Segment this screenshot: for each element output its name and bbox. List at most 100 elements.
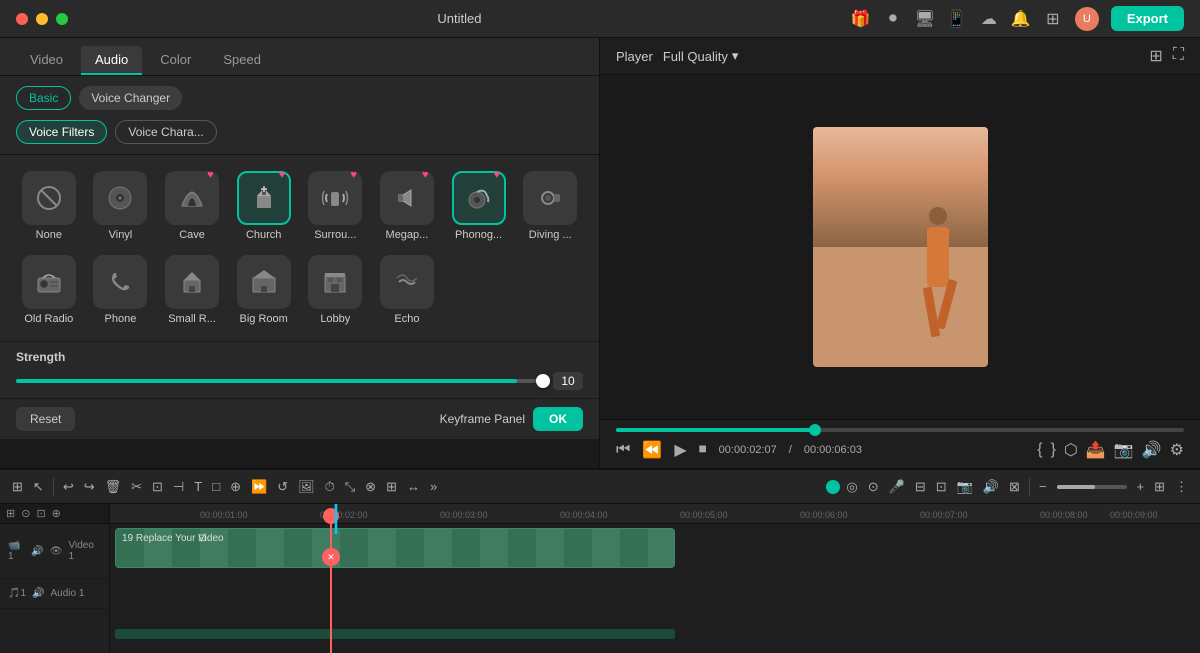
filter-diving[interactable]: Diving ... — [517, 167, 583, 245]
audio-track-label: Audio 1 — [50, 588, 84, 599]
maximize-button[interactable] — [56, 13, 68, 25]
close-button[interactable] — [16, 13, 28, 25]
select-tool[interactable]: ↖ — [29, 477, 48, 497]
volume-icon[interactable]: 🔊 — [979, 477, 1003, 497]
magnetic-snap-tool[interactable]: ⊞ — [8, 477, 27, 497]
filter-echo[interactable]: Echo — [374, 251, 440, 329]
export-button[interactable]: Export — [1111, 6, 1184, 31]
zoom-out-icon[interactable]: − — [1035, 477, 1051, 496]
crop-tool[interactable]: ⊡ — [148, 477, 167, 497]
record-icon[interactable]: ⏺ — [883, 9, 903, 29]
filter-cave[interactable]: ♥ Cave — [159, 167, 225, 245]
monitor-icon[interactable]: 🖥 — [915, 9, 935, 29]
audio-track-vol-icon[interactable]: 🔊 — [32, 588, 44, 599]
snap-icon[interactable]: ⊡ — [36, 507, 45, 520]
filter-phone[interactable]: Phone — [88, 251, 154, 329]
voice-changer-tab[interactable]: Voice Changer — [79, 86, 182, 110]
extra-icon[interactable]: ⊠ — [1005, 477, 1024, 497]
grid-view-icon[interactable]: ⊞ — [1149, 46, 1162, 66]
redo-tool[interactable]: ↪ — [80, 477, 99, 497]
fill-tool[interactable]: ⊗ — [361, 477, 380, 497]
rect-tool[interactable]: □ — [208, 477, 224, 496]
more-tool[interactable]: » — [426, 477, 441, 496]
cloud-icon[interactable]: ☁ — [979, 9, 999, 29]
zoom-in-icon[interactable]: + — [1133, 477, 1149, 496]
tab-color[interactable]: Color — [146, 46, 205, 75]
export-frame-button[interactable]: 📤 — [1086, 440, 1106, 460]
timer-tool[interactable]: ⏱ — [321, 477, 339, 497]
timeline-toolbar: ⊞ ↖ ↩ ↪ 🗑 ✂ ⊡ ⊣ T □ ⊕ ⏩ ↺ 🖼 ⏱ ⤡ ⊗ ⊞ ↔ » … — [0, 470, 1200, 504]
quality-select[interactable]: Full Quality ▾ — [663, 48, 739, 64]
settings-button[interactable]: ⚙ — [1170, 440, 1184, 460]
layout-button[interactable]: ⬡ — [1064, 440, 1078, 460]
track-settings-icon[interactable]: ⊙ — [21, 507, 30, 520]
add-track-icon[interactable]: ⊞ — [6, 507, 15, 520]
grid-icon[interactable]: ⊞ — [1043, 9, 1063, 29]
filter-small-room[interactable]: Small R... — [159, 251, 225, 329]
rotate-tool[interactable]: ↺ — [273, 477, 292, 497]
filter-megaphone[interactable]: ♥ Megap... — [374, 167, 440, 245]
reset-button[interactable]: Reset — [16, 407, 75, 431]
mobile-icon[interactable]: 📱 — [947, 9, 967, 29]
undo-tool[interactable]: ↩ — [59, 477, 78, 497]
keyframe-panel-button[interactable]: Keyframe Panel — [440, 412, 525, 426]
strength-slider-track[interactable] — [16, 379, 543, 383]
skip-back-button[interactable]: ⏮ — [616, 441, 630, 459]
delete-tool[interactable]: 🗑 — [101, 477, 126, 497]
grid-layout-icon[interactable]: ⊞ — [1150, 477, 1169, 497]
fullscreen-icon[interactable]: ⛶ — [1173, 46, 1184, 66]
time-separator: / — [789, 444, 792, 456]
render-icon[interactable]: ◎ — [842, 477, 861, 497]
mic-icon[interactable]: 🎤 — [885, 477, 909, 497]
screenshot-button[interactable]: 📷 — [1114, 440, 1134, 460]
filter-vinyl[interactable]: Vinyl — [88, 167, 154, 245]
progress-thumb[interactable] — [809, 424, 821, 436]
adjust-tool[interactable]: ⊞ — [382, 477, 401, 497]
video-track-audio-icon[interactable]: 🔊 — [31, 546, 43, 557]
user-avatar[interactable]: U — [1075, 7, 1099, 31]
tab-speed[interactable]: Speed — [209, 46, 275, 75]
gift-icon[interactable]: 🎁 — [851, 9, 871, 29]
minimize-button[interactable] — [36, 13, 48, 25]
bracket-open-button[interactable]: { — [1037, 441, 1042, 459]
ok-button[interactable]: OK — [533, 407, 583, 431]
filter-surround[interactable]: ♥ Surrou... — [303, 167, 369, 245]
bell-icon[interactable]: 🔔 — [1011, 9, 1031, 29]
caption-icon[interactable]: ⊟ — [911, 477, 930, 497]
shield-icon[interactable]: ⊙ — [864, 477, 883, 497]
video-clip[interactable]: 19 Replace Your Video ⊡ — [115, 528, 675, 568]
filter-old-radio[interactable]: Old Radio — [16, 251, 82, 329]
frame-back-button[interactable]: ⏪ — [642, 440, 662, 460]
bracket-close-button[interactable]: } — [1051, 441, 1056, 459]
tab-video[interactable]: Video — [16, 46, 77, 75]
auto-icon[interactable]: ⊕ — [52, 507, 61, 520]
filter-church[interactable]: ♥ Church — [231, 167, 297, 245]
zoom-slider[interactable] — [1057, 485, 1127, 489]
frame-forward-button[interactable]: ⏹ — [699, 441, 707, 459]
transform-tool[interactable]: ⤡ — [341, 477, 359, 497]
volume-button[interactable]: 🔊 — [1142, 440, 1162, 460]
image-tool[interactable]: 🖼 — [294, 477, 319, 497]
filter-big-room[interactable]: Big Room — [231, 251, 297, 329]
video-track-eye-icon[interactable]: 👁 — [50, 546, 63, 557]
text-tool[interactable]: T — [190, 477, 206, 496]
snapshot-icon[interactable]: 📷 — [953, 477, 977, 497]
basic-tab[interactable]: Basic — [16, 86, 71, 110]
voice-filters-tab[interactable]: Voice Filters — [16, 120, 107, 144]
cut-tool[interactable]: ✂ — [127, 477, 146, 497]
play-button[interactable]: ▶ — [674, 440, 686, 460]
speed-tool[interactable]: ⏩ — [247, 477, 271, 497]
split-tool[interactable]: ⊣ — [169, 477, 188, 497]
link-tool[interactable]: ↔ — [403, 477, 424, 496]
voice-characters-tab[interactable]: Voice Chara... — [115, 120, 216, 144]
filter-none[interactable]: None — [16, 167, 82, 245]
playhead[interactable]: ✕ — [330, 524, 332, 653]
strength-slider-thumb[interactable] — [536, 374, 550, 388]
filter-phonograph[interactable]: ♥ Phonog... — [446, 167, 512, 245]
more-options-icon[interactable]: ⋮ — [1171, 477, 1192, 497]
progress-bar[interactable] — [616, 428, 1184, 432]
tab-audio[interactable]: Audio — [81, 46, 142, 75]
filter-lobby[interactable]: Lobby — [303, 251, 369, 329]
paint-tool[interactable]: ⊕ — [226, 477, 245, 497]
import-icon[interactable]: ⊡ — [932, 477, 951, 497]
